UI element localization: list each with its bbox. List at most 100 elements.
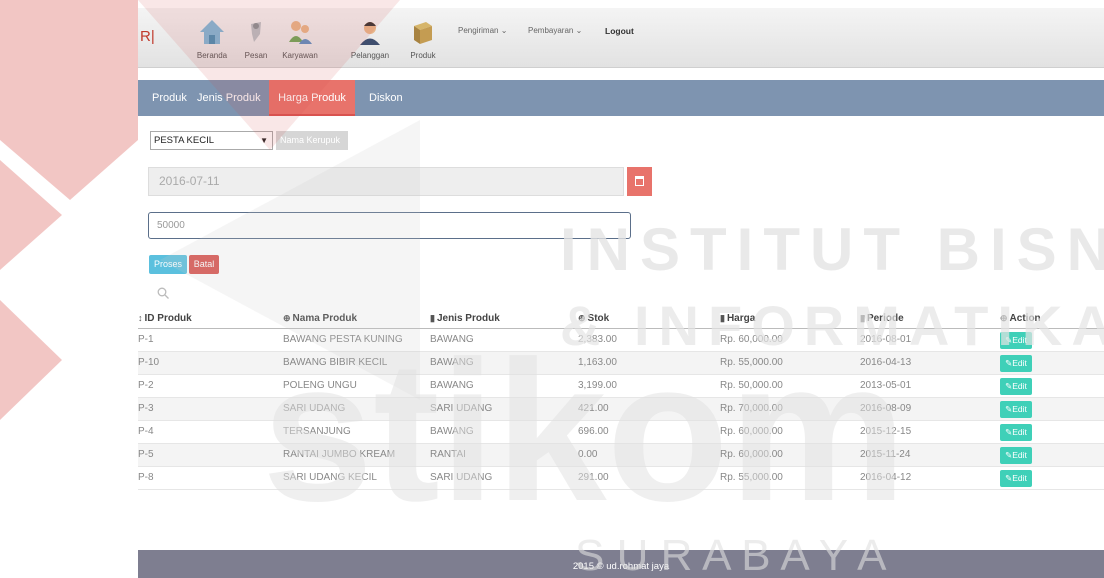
table-cell: Rp. 60,000.00: [720, 334, 783, 345]
nav-label: Produk: [410, 51, 436, 60]
table-cell: 2016-04-13: [860, 357, 912, 368]
nav-pesan[interactable]: Pesan: [241, 18, 271, 60]
message-icon: [251, 22, 261, 42]
table-cell: RANTAI: [430, 449, 466, 460]
nav-beranda[interactable]: Beranda: [190, 18, 234, 60]
table-cell: BAWANG: [430, 380, 474, 391]
table-cell: 2015-11-24: [860, 449, 911, 460]
pengiriman-dropdown[interactable]: Pengiriman ⌄: [458, 26, 507, 35]
edit-label: Edit: [1012, 335, 1027, 345]
proses-button[interactable]: Proses: [149, 255, 187, 274]
table-cell: P-8: [138, 472, 154, 483]
table-cell: Rp. 60,000.00: [720, 449, 783, 460]
brand-logo[interactable]: R|: [140, 28, 155, 45]
nav-label: Pelanggan: [350, 51, 390, 60]
harga-produk-table: ↕ ID Produk ⊕ Nama Produk ▮ Jenis Produk ⊕ S…: [138, 309, 1104, 490]
table-cell: 2,383.00: [578, 334, 617, 345]
edit-label: Edit: [1012, 473, 1027, 483]
column-header-nama[interactable]: ⊕ Nama Produk: [283, 313, 357, 324]
table-cell: 291.00: [578, 472, 609, 483]
calendar-button[interactable]: [627, 167, 652, 196]
table-cell: BAWANG: [430, 334, 474, 345]
column-header-id[interactable]: ↕ ID Produk: [138, 313, 192, 324]
table-cell: P-4: [138, 426, 154, 437]
table-cell: 2016-04-12: [860, 472, 912, 483]
sub-navbar: Produk Jenis Produk Harga Produk Diskon: [138, 80, 1104, 116]
table-cell: Rp. 50,000.00: [720, 380, 783, 391]
table-cell: Rp. 55,000.00: [720, 472, 783, 483]
pembayaran-dropdown[interactable]: Pembayaran ⌄: [528, 26, 582, 35]
page-frame: R| Beranda Pesan Karyawan Pelanggan Prod…: [138, 0, 1104, 578]
edit-label: Edit: [1012, 450, 1027, 460]
column-header-action[interactable]: ⊕ Action: [1000, 313, 1041, 324]
table-cell: BAWANG BIBIR KECIL: [283, 357, 388, 368]
table-cell: 2016-08-01: [860, 334, 912, 345]
app-window: R| Beranda Pesan Karyawan Pelanggan Prod…: [0, 0, 1104, 578]
product-type-select[interactable]: PESTA KECIL ▼: [150, 131, 273, 150]
nav-produk[interactable]: Produk: [408, 18, 438, 60]
table-cell: BAWANG: [430, 426, 474, 437]
nama-kerupuk-field[interactable]: Nama Kerupuk: [276, 131, 348, 150]
logout-link[interactable]: Logout: [605, 26, 634, 36]
table-cell: TERSANJUNG: [283, 426, 351, 437]
customer-icon: [360, 22, 380, 45]
table-cell: P-10: [138, 357, 160, 368]
tab-harga-produk[interactable]: Harga Produk: [269, 80, 355, 116]
product-icon: [414, 22, 432, 44]
select-value: PESTA KECIL: [154, 135, 215, 146]
table-cell: P-5: [138, 449, 154, 460]
tab-diskon[interactable]: Diskon: [367, 80, 405, 116]
tab-produk[interactable]: Produk: [150, 80, 189, 116]
footer: 2015 © ud.rohmat jaya: [138, 550, 1104, 578]
table-row: P-4 TERSANJUNG BAWANG 696.00 Rp. 60,000.00 20…: [138, 421, 1104, 444]
nav-pelanggan[interactable]: Pelanggan: [346, 18, 394, 60]
table-row: P-3 SARI UDANG SARI UDANG 421.00 Rp. 70,000.…: [138, 398, 1104, 421]
table-cell: Rp. 70,000.00: [720, 403, 783, 414]
table-cell: Rp. 55,000.00: [720, 357, 783, 368]
home-icon: [200, 20, 224, 44]
column-header-harga[interactable]: ▮ Harga: [720, 313, 755, 324]
edit-button[interactable]: ✎Edit: [1000, 355, 1032, 372]
edit-label: Edit: [1012, 381, 1027, 391]
table-cell: BAWANG PESTA KUNING: [283, 334, 403, 345]
edit-label: Edit: [1012, 427, 1027, 437]
table-cell: 3,199.00: [578, 380, 617, 391]
edit-button[interactable]: ✎Edit: [1000, 424, 1032, 441]
table-cell: SARI UDANG KECIL: [283, 472, 377, 483]
table-header: ↕ ID Produk ⊕ Nama Produk ▮ Jenis Produk ⊕ S…: [138, 309, 1104, 329]
column-header-jenis[interactable]: ▮ Jenis Produk: [430, 313, 500, 324]
column-header-stok[interactable]: ⊕ Stok: [578, 313, 609, 324]
batal-button[interactable]: Batal: [189, 255, 219, 274]
table-row: P-5 RANTAI JUMBO KREAM RANTAI 0.00 Rp. 60,00…: [138, 444, 1104, 467]
table-cell: P-1: [138, 334, 154, 345]
edit-button[interactable]: ✎Edit: [1000, 447, 1032, 464]
search-icon[interactable]: [157, 287, 169, 299]
edit-button[interactable]: ✎Edit: [1000, 470, 1032, 487]
tab-jenis-produk[interactable]: Jenis Produk: [195, 80, 263, 116]
table-cell: RANTAI JUMBO KREAM: [283, 449, 396, 460]
table-cell: POLENG UNGU: [283, 380, 357, 391]
table-cell: 1,163.00: [578, 357, 617, 368]
price-input[interactable]: 50000: [148, 212, 631, 239]
edit-label: Edit: [1012, 404, 1027, 414]
nav-label: Pesan: [244, 51, 268, 60]
edit-button[interactable]: ✎Edit: [1000, 401, 1032, 418]
nav-karyawan[interactable]: Karyawan: [278, 18, 322, 60]
date-input[interactable]: 2016-07-11: [148, 167, 624, 196]
edit-button[interactable]: ✎Edit: [1000, 378, 1032, 395]
nav-label: Karyawan: [282, 51, 318, 60]
top-navbar: R| Beranda Pesan Karyawan Pelanggan Prod…: [138, 8, 1104, 68]
table-cell: BAWANG: [430, 357, 474, 368]
table-cell: 696.00: [578, 426, 609, 437]
table-cell: P-2: [138, 380, 154, 391]
table-row: P-1 BAWANG PESTA KUNING BAWANG 2,383.00 Rp. …: [138, 329, 1104, 352]
table-cell: 2015-12-15: [860, 426, 912, 437]
table-cell: Rp. 60,000.00: [720, 426, 783, 437]
edit-button[interactable]: ✎Edit: [1000, 332, 1032, 349]
nav-label: Beranda: [196, 51, 228, 60]
table-row: P-2 POLENG UNGU BAWANG 3,199.00 Rp. 50,000.0…: [138, 375, 1104, 398]
column-header-periode[interactable]: ▮ Periode: [860, 313, 904, 324]
edit-label: Edit: [1012, 358, 1027, 368]
table-cell: SARI UDANG: [283, 403, 346, 414]
table-body: P-1 BAWANG PESTA KUNING BAWANG 2,383.00 Rp. …: [138, 329, 1104, 490]
